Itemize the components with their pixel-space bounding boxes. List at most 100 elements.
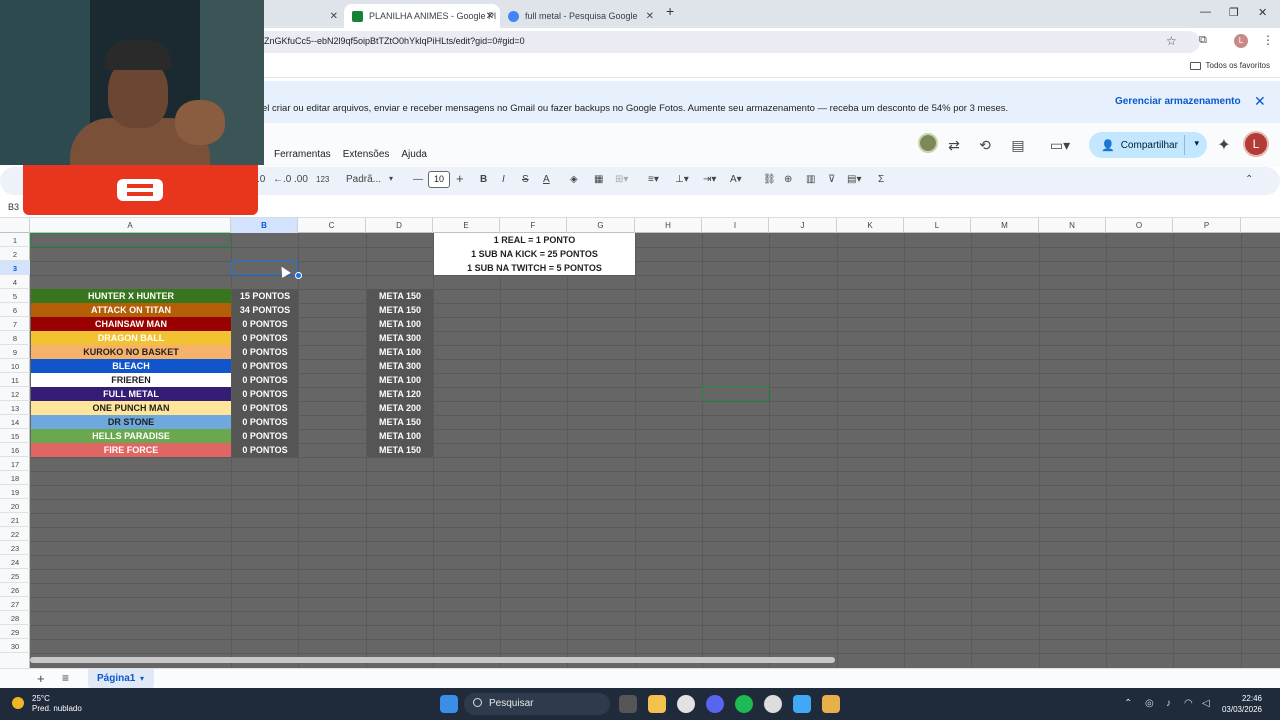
anime-name-cell[interactable]: HUNTER X HUNTER [31,289,231,303]
name-box[interactable]: B3 [8,202,19,212]
fill-handle[interactable] [295,272,302,279]
gemini-icon[interactable]: ✦ [1214,135,1234,155]
goal-cell[interactable]: META 150 [367,303,433,317]
meet-icon[interactable]: ▭▾ [1045,135,1075,155]
goal-cell[interactable]: META 200 [367,401,433,415]
microphone-icon[interactable]: ♪ [1166,698,1171,709]
legend-cell[interactable]: 1 SUB NA TWITCH = 5 PONTOS [434,261,635,275]
task-view-icon[interactable] [619,695,637,713]
column-header-i[interactable]: I [702,218,769,233]
taskbar-clock[interactable]: 22:46 03/03/2026 [1222,693,1262,715]
anime-name-cell[interactable]: FIRE FORCE [31,443,231,457]
goal-cell[interactable]: META 120 [367,387,433,401]
row-header-28[interactable]: 28 [0,611,30,625]
profile-avatar[interactable]: L [1234,34,1248,48]
row-header-7[interactable]: 7 [0,317,30,331]
column-header-m[interactable]: M [971,218,1039,233]
row-header-18[interactable]: 18 [0,471,30,485]
goal-cell[interactable]: META 100 [367,345,433,359]
browser-menu-icon[interactable]: ⋮ [1262,33,1274,47]
row-header-25[interactable]: 25 [0,569,30,583]
points-cell[interactable]: 0 PONTOS [232,317,298,331]
italic-button[interactable]: I [502,174,505,185]
functions-icon[interactable]: Σ [878,174,884,185]
anime-name-cell[interactable]: DRAGON BALL [31,331,231,345]
column-header-j[interactable]: J [769,218,837,233]
close-tab-icon[interactable]: ✕ [486,11,494,22]
row-header-29[interactable]: 29 [0,625,30,639]
row-header-12[interactable]: 12 [0,387,30,401]
chrome-icon[interactable] [677,695,695,713]
filter-views-icon[interactable]: ▤▾ [847,174,861,185]
close-tab-icon[interactable]: ✕ [646,11,654,22]
points-cell[interactable]: 0 PONTOS [232,415,298,429]
browser-tab-hidden[interactable]: ✕ [264,4,344,28]
points-cell[interactable]: 0 PONTOS [232,429,298,443]
row-header-5[interactable]: 5 [0,289,30,303]
text-wrap-icon[interactable]: ⇥▾ [703,174,716,185]
row-header-30[interactable]: 30 [0,639,30,653]
menu-ferramentas[interactable]: Ferramentas [274,149,331,160]
decrease-font-size-button[interactable]: — [413,174,423,185]
menu-ajuda[interactable]: Ajuda [401,149,427,160]
anime-name-cell[interactable]: ONE PUNCH MAN [31,401,231,415]
column-header-k[interactable]: K [837,218,904,233]
select-all-corner[interactable] [0,218,30,233]
strikethrough-button[interactable]: S [522,174,529,185]
column-header-h[interactable]: H [635,218,702,233]
column-header-f[interactable]: F [500,218,567,233]
goal-cell[interactable]: META 150 [367,289,433,303]
more-formats-button[interactable]: 123 [316,175,329,184]
sheet-tab-pagina1[interactable]: Página1 ▾ [88,669,154,689]
row-header-4[interactable]: 4 [0,275,30,289]
window-close-icon[interactable]: ✕ [1258,6,1267,19]
legend-cell[interactable]: 1 SUB NA KICK = 25 PONTOS [434,247,635,261]
wifi-icon[interactable]: ◠ [1184,698,1193,709]
goal-cell[interactable]: META 100 [367,429,433,443]
filter-icon[interactable]: ⊽ [828,174,835,185]
column-header-g[interactable]: G [567,218,635,233]
row-header-27[interactable]: 27 [0,597,30,611]
insert-link-icon[interactable]: ⛓ [763,174,776,185]
text-color-button[interactable]: A [543,174,550,185]
all-bookmarks[interactable]: Todos os favoritos [1189,61,1270,70]
row-header-15[interactable]: 15 [0,429,30,443]
points-cell[interactable]: 15 PONTOS [232,289,298,303]
row-header-16[interactable]: 16 [0,443,30,457]
column-header-b[interactable]: B [231,218,298,233]
anime-name-cell[interactable]: DR STONE [31,415,231,429]
row-header-2[interactable]: 2 [0,247,30,261]
row-header-14[interactable]: 14 [0,415,30,429]
anime-name-cell[interactable]: BLEACH [31,359,231,373]
maximize-icon[interactable]: ❐ [1229,6,1239,19]
banner-close-icon[interactable]: ✕ [1254,93,1266,110]
points-cell[interactable]: 0 PONTOS [232,387,298,401]
points-cell[interactable]: 0 PONTOS [232,401,298,415]
row-header-26[interactable]: 26 [0,583,30,597]
gemini-assist-icon[interactable]: ⇄ [944,135,964,155]
row-header-20[interactable]: 20 [0,499,30,513]
add-sheet-icon[interactable]: + [37,671,45,686]
font-size-input[interactable]: 10 [428,171,450,188]
column-header-p[interactable]: P [1173,218,1241,233]
manage-storage-link[interactable]: Gerenciar armazenamento [1115,96,1241,107]
spreadsheet-grid[interactable]: ABCDEFGHIJKLMNOP 1 2 3 4 5 6 7 8 9 10 11 12 13 14 15 16… [0,218,1280,668]
taskbar-search[interactable]: Pesquisar [464,693,610,715]
row-header-17[interactable]: 17 [0,457,30,471]
url-field[interactable]: ZnGKfuCc5--ebN2l9qf5oipBtTZtO0hYklqPiHLt… [238,31,1200,53]
row-header-1[interactable]: 1 [0,233,30,247]
all-sheets-icon[interactable]: ≡ [62,671,69,685]
tray-chevron-icon[interactable]: ⌃ [1124,698,1132,709]
star-icon[interactable]: ☆ [1166,34,1177,48]
column-header-o[interactable]: O [1106,218,1173,233]
points-cell[interactable]: 34 PONTOS [232,303,298,317]
row-header-8[interactable]: 8 [0,331,30,345]
comments-icon[interactable]: ▤ [1008,135,1028,155]
column-header-l[interactable]: L [904,218,971,233]
row-header-21[interactable]: 21 [0,513,30,527]
borders-icon[interactable]: ▦ [594,174,603,185]
anime-name-cell[interactable]: FRIEREN [31,373,231,387]
account-avatar[interactable]: L [1243,131,1269,157]
anime-name-cell[interactable]: HELLS PARADISE [31,429,231,443]
increase-font-size-button[interactable]: + [456,171,464,186]
